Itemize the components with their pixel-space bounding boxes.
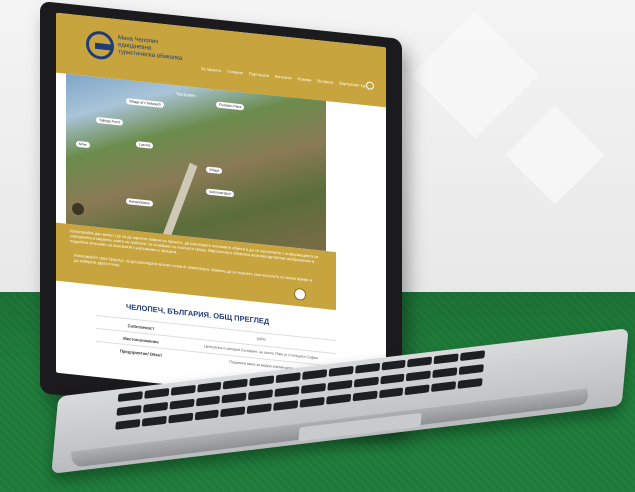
tour-pin[interactable]: Tailings Pond <box>96 116 123 126</box>
tour-pin[interactable]: Village <box>206 166 223 175</box>
tour-pin[interactable]: Flotation Plant <box>216 101 245 111</box>
road <box>162 162 198 239</box>
site-logo-icon[interactable] <box>86 29 114 61</box>
laptop: Мина Челопеч еднодневна туристическа оби… <box>0 0 635 492</box>
nav-item[interactable]: Контакти <box>275 74 292 81</box>
main-nav: За проекта Галерия Партньори Контакти Но… <box>201 66 366 88</box>
fullscreen-icon[interactable] <box>72 202 84 216</box>
hero-label: Челопеч <box>176 91 196 100</box>
nav-item[interactable]: За проекта <box>201 66 221 73</box>
tour-pin[interactable]: Village of Chelopech <box>126 98 165 109</box>
nav-item[interactable]: Въпроси <box>317 78 333 85</box>
tour-pin[interactable]: Rehabilitation <box>126 198 154 207</box>
nav-item[interactable]: Галерия <box>227 69 242 76</box>
tour-pin[interactable]: Lacuna <box>136 141 154 149</box>
virtual-tour-image[interactable]: Челопеч Village of Chelopech Flotation P… <box>66 73 326 252</box>
tour-pin[interactable]: Administration <box>206 188 235 198</box>
site-logo-text: Мина Челопеч еднодневна туристическа оби… <box>118 35 183 62</box>
nav-item[interactable]: Новини <box>297 76 311 82</box>
nav-item[interactable]: Виртуален тур <box>339 80 366 88</box>
tour-pin[interactable]: Mine <box>76 140 90 149</box>
laptop-screen: Мина Челопеч еднодневна туристическа оби… <box>56 12 386 408</box>
compass-icon[interactable] <box>294 287 306 301</box>
nav-item[interactable]: Партньори <box>249 71 269 78</box>
search-icon[interactable] <box>366 81 374 91</box>
